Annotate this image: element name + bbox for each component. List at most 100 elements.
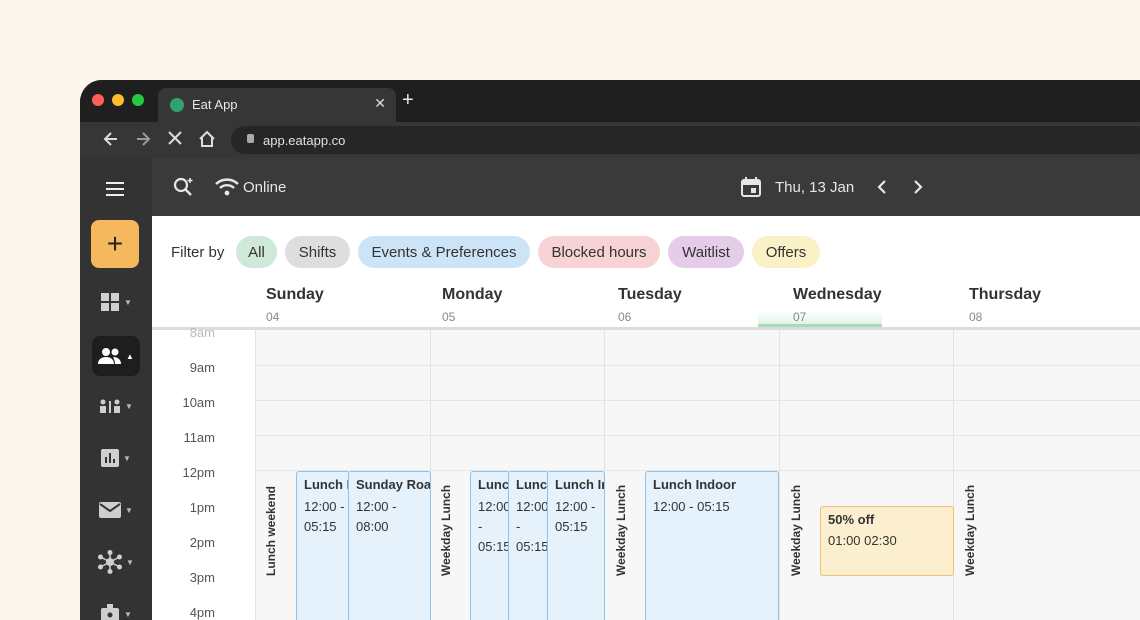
maximize-window-button[interactable] <box>132 94 144 106</box>
event-card[interactable]: Lunch Indoor 12:00 - 05:15 <box>470 471 510 620</box>
chevron-down-icon: ▼ <box>124 609 132 619</box>
day-number: 07 <box>793 310 807 324</box>
day-name: Monday <box>442 286 503 303</box>
day-header-monday[interactable]: Monday 05 <box>442 286 502 324</box>
event-time: 12:00 - <box>356 499 397 514</box>
sidebar-item-integrations[interactable]: ▼ <box>92 542 140 582</box>
search-icon[interactable] <box>172 175 196 199</box>
wifi-icon <box>215 178 239 196</box>
calendar-icon[interactable] <box>741 177 761 197</box>
filter-chip-waitlist[interactable]: Waitlist <box>668 236 744 268</box>
sidebar-item-badge[interactable]: ▼ <box>92 594 140 620</box>
guests-icon <box>98 348 122 364</box>
event-time: 05:15 <box>478 539 510 554</box>
event-card[interactable]: Lunch Indoor 12:00 - 05:15 <box>508 471 549 620</box>
filter-chip-offers[interactable]: Offers <box>752 236 820 268</box>
sidebar-item-reports[interactable]: ▼ <box>92 438 140 478</box>
day-header-tuesday[interactable]: Tuesday 06 <box>618 286 682 324</box>
stop-loading-icon[interactable] <box>167 130 183 146</box>
filter-chip-all[interactable]: All <box>236 236 277 268</box>
connection-status: Online <box>243 179 287 196</box>
mail-icon <box>99 502 122 518</box>
browser-window: Eat App ✕ + app.eatapp.co + ▼ ▲ ▼ ▼ ▼ ▼ … <box>80 80 1140 620</box>
hour-gridline <box>255 435 1140 436</box>
sidebar-item-staff[interactable]: ▼ <box>92 386 140 426</box>
shift-label[interactable]: Weekday Lunch <box>610 471 630 576</box>
previous-date-chevron-icon[interactable] <box>876 180 888 194</box>
time-label: 12pm <box>182 465 215 480</box>
day-header-wednesday[interactable]: Wednesday 07 <box>793 286 882 324</box>
event-card[interactable]: Lunch Indoor 12:00 - 05:15 <box>547 471 605 620</box>
event-title: Lunch Indoor <box>516 477 548 492</box>
badge-icon <box>101 604 120 620</box>
time-label: 3pm <box>189 570 215 585</box>
day-header-thursday[interactable]: Thursday 08 <box>969 286 1041 324</box>
day-gridline <box>255 330 256 620</box>
event-title: Lunch Indoor <box>304 477 349 492</box>
day-number: 05 <box>442 310 456 324</box>
back-arrow-icon[interactable] <box>102 130 120 148</box>
sidebar-item-dashboard[interactable]: ▼ <box>92 282 140 322</box>
time-label: 11am <box>183 430 215 445</box>
staff-icon <box>100 399 121 413</box>
eatapp-favicon-icon <box>170 98 184 112</box>
forward-arrow-icon[interactable] <box>134 130 152 148</box>
shift-label[interactable]: Lunch weekend <box>260 471 280 576</box>
shift-label[interactable]: Weekday Lunch <box>435 471 455 576</box>
event-title: Lunch Indoor <box>555 477 604 492</box>
menu-icon[interactable] <box>106 182 124 200</box>
next-date-chevron-icon[interactable] <box>912 180 924 194</box>
minimize-window-button[interactable] <box>112 94 124 106</box>
day-name: Sunday <box>266 286 324 303</box>
day-number: 06 <box>618 310 632 324</box>
tab-title: Eat App <box>192 97 238 112</box>
address-bar[interactable]: app.eatapp.co <box>231 126 1140 154</box>
hour-gridline <box>255 400 1140 401</box>
event-card[interactable]: Lunch Indoor 12:00 - 05:15 <box>296 471 350 620</box>
event-title: Lunch Indoor <box>653 477 737 492</box>
time-label: 8am <box>189 325 215 340</box>
filter-chip-blocked-hours[interactable]: Blocked hours <box>538 236 660 268</box>
time-label: 2pm <box>189 535 215 550</box>
offer-card[interactable]: 50% off 01:00 02:30 <box>820 506 954 576</box>
time-label: 10am <box>182 395 215 410</box>
filter-chip-shifts[interactable]: Shifts <box>285 236 350 268</box>
day-number: 04 <box>266 310 280 324</box>
time-label: 9am <box>189 360 215 375</box>
day-name: Tuesday <box>618 286 682 303</box>
offer-title: 50% off <box>828 512 875 527</box>
day-gridline <box>779 330 780 620</box>
day-header-sunday[interactable]: Sunday 04 <box>266 286 324 324</box>
event-time: 05:15 <box>555 519 588 534</box>
home-icon[interactable] <box>198 130 216 148</box>
chevron-up-icon: ▲ <box>126 351 134 361</box>
event-card[interactable]: Sunday Roast 12:00 - 08:00 <box>348 471 431 620</box>
event-time: 05:15 <box>304 519 337 534</box>
close-window-button[interactable] <box>92 94 104 106</box>
filter-label: Filter by <box>171 244 225 261</box>
lock-icon <box>247 134 254 143</box>
time-label: 4pm <box>189 605 215 620</box>
browser-tab[interactable]: Eat App ✕ <box>158 88 396 122</box>
event-card[interactable]: Lunch Indoor 12:00 - 05:15 <box>645 471 779 620</box>
event-time: 12:00 - <box>555 499 596 514</box>
day-gridline <box>953 330 954 620</box>
event-title: Sunday Roast <box>356 477 431 492</box>
selected-date: Thu, 13 Jan <box>775 179 855 196</box>
calendar-grid: 8am 9am 10am 11am 12pm 1pm 2pm 3pm 4pm L… <box>152 325 1140 620</box>
new-tab-button[interactable]: + <box>402 90 414 110</box>
sidebar-item-guests[interactable]: ▲ <box>92 336 140 376</box>
sidebar-item-mail[interactable]: ▼ <box>92 490 140 530</box>
chevron-down-icon: ▼ <box>126 557 134 567</box>
tab-close-icon[interactable]: ✕ <box>374 95 386 112</box>
calendar-content: Filter by All Shifts Events & Preference… <box>152 216 1140 620</box>
shift-label[interactable]: Weekday Lunch <box>785 471 805 576</box>
filter-chip-events-preferences[interactable]: Events & Preferences <box>358 236 530 268</box>
time-column: 8am 9am 10am 11am 12pm 1pm 2pm 3pm 4pm <box>152 325 255 620</box>
shift-label[interactable]: Weekday Lunch <box>959 471 979 576</box>
chevron-down-icon: ▼ <box>125 401 133 411</box>
event-time: 12:00 - <box>304 499 345 514</box>
add-reservation-button[interactable]: + <box>91 220 139 268</box>
integrations-icon <box>98 550 123 574</box>
event-time: 12:00 - <box>516 499 549 534</box>
